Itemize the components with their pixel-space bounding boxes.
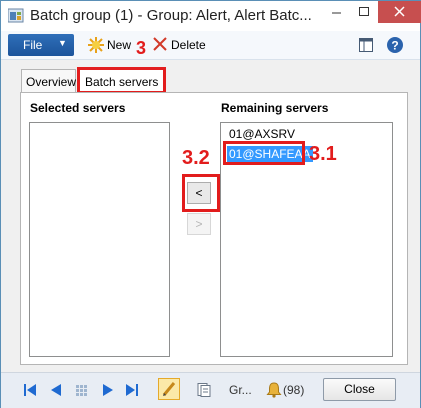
new-label: New [107,38,132,52]
remaining-servers-label: Remaining servers [221,101,329,115]
selection-highlight-box [223,141,305,165]
new-button[interactable]: New [87,36,135,54]
delete-x-icon [153,37,167,51]
last-record-icon[interactable] [125,383,139,397]
edit-mode-button[interactable] [158,378,180,400]
tab-overview[interactable]: Overview [21,69,76,92]
move-to-selected-button[interactable]: < [187,182,211,204]
move-to-remaining-button[interactable]: > [187,213,211,235]
status-group-text: Gr... [229,383,252,397]
tab-batch-servers[interactable]: Batch servers [77,67,166,94]
batch-group-window: Batch group (1) - Group: Alert, Alert Ba… [0,0,421,408]
window-close-button[interactable] [378,1,421,23]
close-icon [394,6,405,17]
previous-record-icon[interactable] [49,383,63,397]
app-icon [8,8,24,23]
delete-label: Delete [171,38,206,52]
delete-button[interactable]: Delete [152,36,212,54]
record-grid-icon[interactable] [75,383,89,397]
maximize-button[interactable] [350,1,378,23]
close-button[interactable]: Close [323,378,396,401]
new-star-icon [88,37,104,53]
annotation-step-3-1: 3.1 [309,143,337,165]
title-bar: Batch group (1) - Group: Alert, Alert Ba… [1,1,421,31]
alerts-count: (98) [283,383,305,397]
status-bar: Gr... (98) Close [1,372,420,408]
svg-text:?: ? [391,39,398,53]
annotation-step-3: 3 [136,38,147,58]
file-button[interactable]: File ▼ [8,34,74,56]
layout-icon[interactable] [358,37,374,53]
document-handling-icon[interactable] [196,382,212,398]
help-icon[interactable]: ? [386,36,404,54]
list-item[interactable]: 01@AXSRV [227,126,297,142]
alert-bell-icon[interactable] [266,382,282,398]
maximize-icon [359,7,369,16]
pencil-icon [162,382,176,396]
first-record-icon[interactable] [23,383,37,397]
next-record-icon[interactable] [101,383,115,397]
tab-overview-label: Overview [26,75,77,89]
selected-servers-label: Selected servers [30,101,126,115]
minimize-button[interactable] [322,1,350,23]
chevron-down-icon: ▼ [58,38,67,48]
selected-servers-list[interactable] [29,122,170,357]
annotation-step-3-2: 3.2 [182,147,210,169]
file-label: File [23,38,43,52]
action-pane: File ▼ New Delete ? [1,31,420,60]
tab-batch-servers-label: Batch servers [85,75,159,89]
window-title: Batch group (1) - Group: Alert, Alert Ba… [30,7,312,24]
minimize-icon [332,12,341,14]
